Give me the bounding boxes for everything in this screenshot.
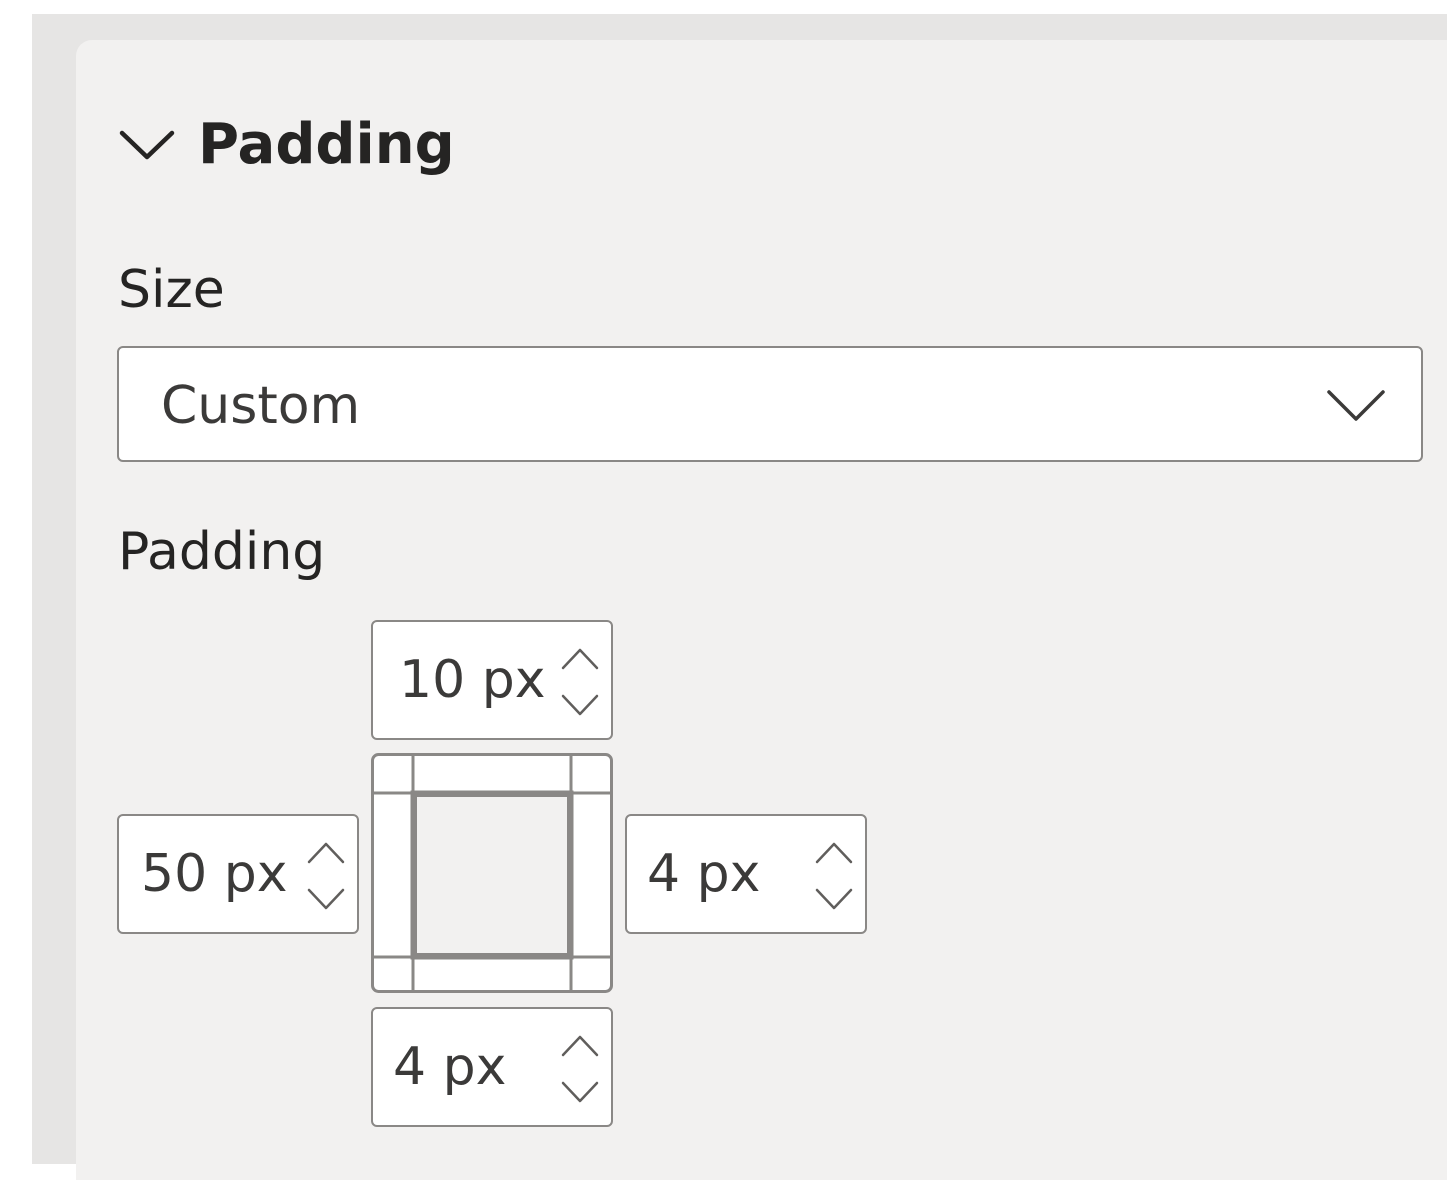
padding-top-input[interactable]: 10 px bbox=[371, 620, 613, 740]
padding-bottom-input[interactable]: 4 px bbox=[371, 1007, 613, 1127]
chevron-up-icon[interactable] bbox=[303, 834, 349, 870]
chevron-down-icon[interactable] bbox=[557, 688, 603, 724]
padding-label: Padding bbox=[118, 522, 326, 582]
padding-section-header[interactable]: Padding bbox=[118, 110, 455, 180]
chevron-up-icon[interactable] bbox=[557, 1027, 603, 1063]
chevron-down-icon bbox=[119, 130, 175, 160]
chevron-down-icon bbox=[1327, 390, 1385, 421]
chevron-down-icon[interactable] bbox=[811, 882, 857, 918]
section-title: Padding bbox=[198, 112, 455, 177]
padding-right-value: 4 px bbox=[647, 844, 761, 904]
padding-left-value: 50 px bbox=[141, 844, 288, 904]
padding-bottom-value: 4 px bbox=[393, 1037, 507, 1097]
chevron-down-icon[interactable] bbox=[557, 1075, 603, 1111]
chevron-up-icon[interactable] bbox=[811, 834, 857, 870]
padding-top-value: 10 px bbox=[399, 650, 546, 710]
padding-box-icon bbox=[371, 753, 613, 993]
chevron-up-icon[interactable] bbox=[557, 640, 603, 676]
format-card bbox=[76, 40, 1447, 1180]
chevron-down-icon[interactable] bbox=[303, 882, 349, 918]
size-label: Size bbox=[118, 260, 225, 320]
size-dropdown[interactable]: Custom bbox=[117, 346, 1423, 462]
size-dropdown-value: Custom bbox=[161, 376, 361, 436]
padding-left-input[interactable]: 50 px bbox=[117, 814, 359, 934]
padding-right-input[interactable]: 4 px bbox=[625, 814, 867, 934]
